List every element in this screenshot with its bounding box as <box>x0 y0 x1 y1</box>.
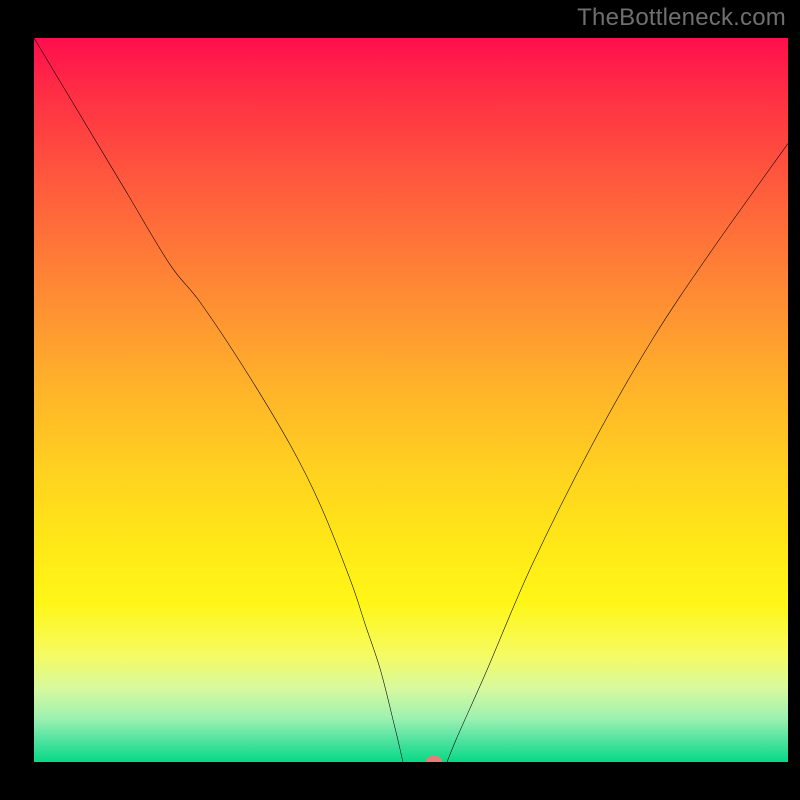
chart-frame: TheBottleneck.com <box>0 0 800 800</box>
bottleneck-curve <box>34 38 788 762</box>
curve-layer <box>34 38 788 762</box>
watermark-text: TheBottleneck.com <box>577 4 786 32</box>
optimal-point-marker <box>426 756 442 762</box>
plot-area <box>34 38 788 762</box>
